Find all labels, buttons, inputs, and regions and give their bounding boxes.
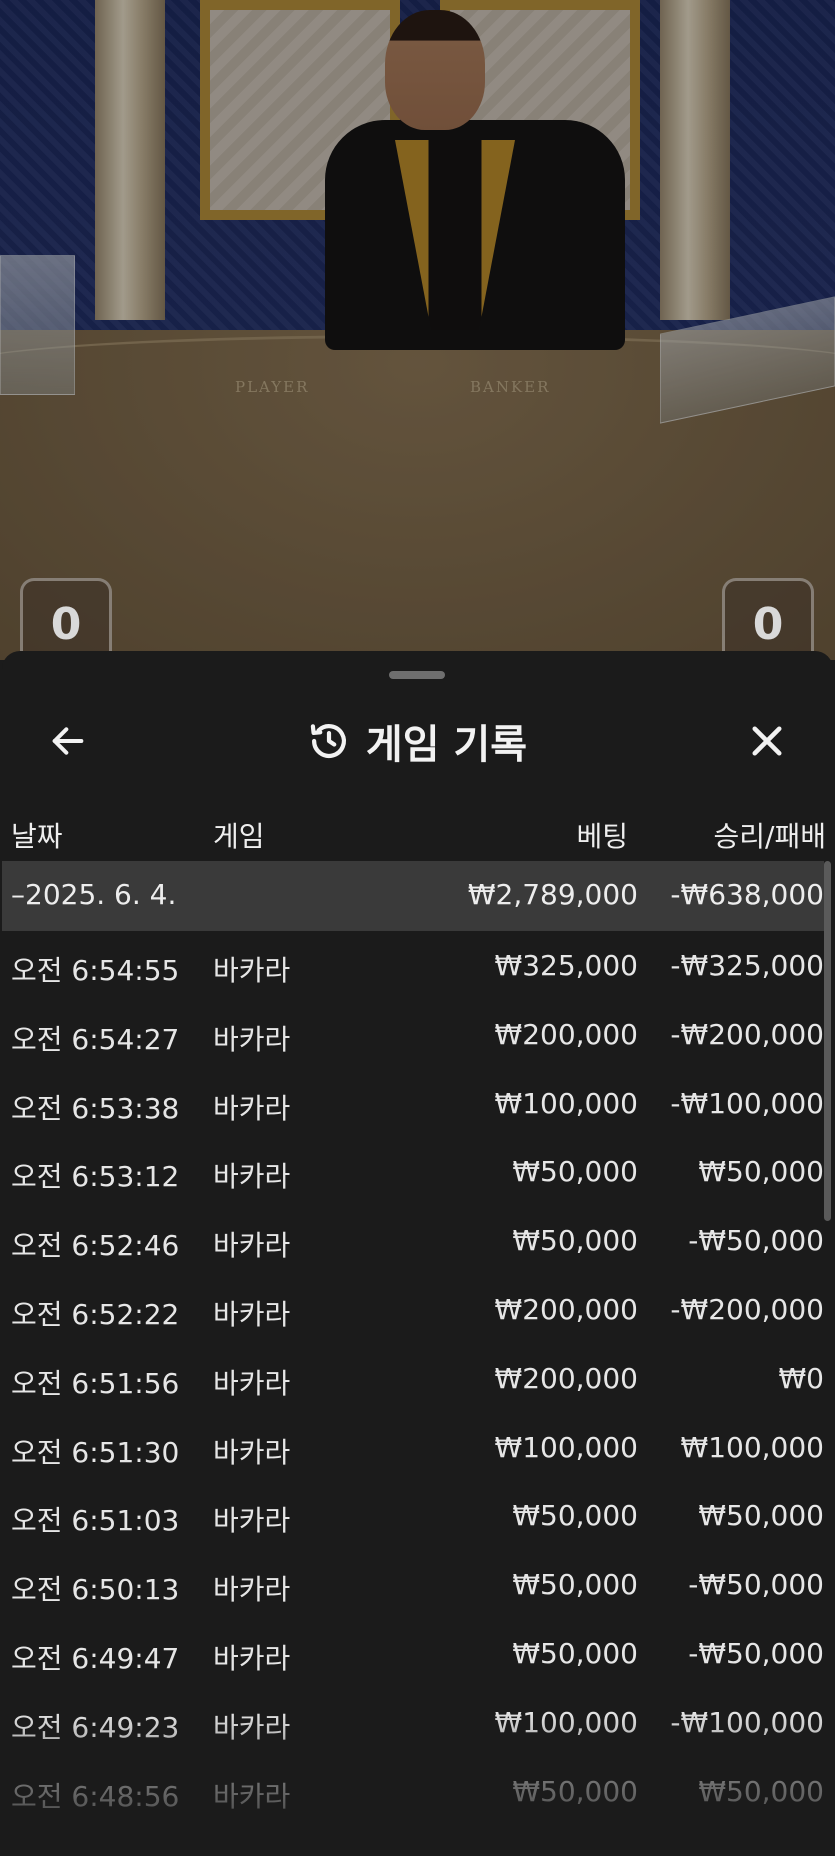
history-row-time: 오전 6:49:47 [11,1642,180,1675]
close-icon [746,720,788,762]
history-row[interactable]: 오전 6:51:03 바카라 ₩50,000 ₩50,000 [2,1481,824,1549]
history-row[interactable]: 오전 6:50:13 바카라 ₩50,000 -₩50,000 [2,1550,824,1618]
day-summary-row[interactable]: –2025. 6. 4. ₩2,789,000 -₩638,000 [2,861,824,931]
history-row-bet: ₩200,000 [494,1293,638,1326]
game-history-sheet: 게임 기록 날짜 게임 베팅 승리/패배 –2025. 6. 4. ₩2,789… [2,651,833,1856]
history-row-win-loss: ₩50,000 [698,1155,824,1189]
history-row-bet: ₩200,000 [494,1361,638,1395]
day-summary-date: –2025. 6. 4. [11,878,177,911]
banker-score: 0 [722,578,814,660]
history-row-time: 오전 6:54:27 [11,1022,180,1056]
day-summary-bet: ₩2,789,000 [467,878,638,911]
live-video: PLAYER BANKER 0 0 [0,0,835,660]
history-row-bet: ₩325,000 [494,949,638,982]
history-row-game: 바카라 [213,1435,291,1469]
history-row-bet: ₩50,000 [512,1637,638,1670]
history-row-win-loss: ₩0 [778,1361,825,1395]
history-row-game: 바카라 [213,1504,291,1538]
history-row-win-loss: ₩100,000 [680,1430,824,1464]
history-row-time: 오전 6:50:13 [11,1573,180,1607]
history-row-win-loss: -₩200,000 [670,1293,824,1326]
history-row-win-loss: -₩50,000 [688,1224,824,1258]
history-row-game: 바카라 [213,1366,291,1400]
history-row-time: 오전 6:53:38 [11,1091,180,1125]
history-row-bet: ₩200,000 [494,1017,638,1051]
history-row-time: 오전 6:51:03 [11,1504,180,1538]
history-row[interactable]: 오전 6:51:30 바카라 ₩100,000 ₩100,000 [2,1413,824,1481]
list-fade [2,1711,833,1856]
history-row-game: 바카라 [213,954,291,987]
history-row-bet: ₩50,000 [512,1499,638,1533]
history-row-time: 오전 6:54:55 [11,954,180,987]
history-row[interactable]: 오전 6:52:22 바카라 ₩200,000 -₩200,000 [2,1275,824,1343]
history-row-win-loss: -₩325,000 [670,949,824,982]
history-row-win-loss: -₩200,000 [670,1017,824,1051]
history-row[interactable]: 오전 6:54:27 바카라 ₩200,000 -₩200,000 [2,1000,824,1068]
history-row[interactable]: 오전 6:52:46 바카라 ₩50,000 -₩50,000 [2,1206,824,1274]
history-row-bet: ₩50,000 [512,1568,638,1602]
history-row-bet: ₩100,000 [494,1086,638,1120]
back-button[interactable] [38,711,98,771]
history-row-win-loss: -₩100,000 [670,1086,824,1120]
history-row[interactable]: 오전 6:53:12 바카라 ₩50,000 ₩50,000 [2,1137,824,1205]
history-row-bet: ₩50,000 [512,1224,638,1258]
history-row-time: 오전 6:53:12 [11,1160,180,1194]
history-row-win-loss: -₩50,000 [688,1568,824,1602]
sheet-header: 게임 기록 [2,701,833,781]
history-row[interactable]: 오전 6:53:38 바카라 ₩100,000 -₩100,000 [2,1069,824,1137]
history-row-win-loss: -₩50,000 [688,1637,824,1670]
history-row-win-loss: ₩50,000 [698,1499,824,1533]
history-row-time: 오전 6:51:56 [11,1366,180,1400]
close-button[interactable] [737,711,797,771]
day-summary-win-loss: -₩638,000 [670,878,824,911]
history-icon [308,720,350,762]
sheet-drag-handle[interactable] [389,671,445,679]
history-row-game: 바카라 [213,1160,291,1194]
column-header-date: 날짜 [11,820,63,853]
history-row[interactable]: 오전 6:49:47 바카라 ₩50,000 -₩50,000 [2,1619,824,1687]
title-group: 게임 기록 [2,701,833,781]
page-title: 게임 기록 [365,722,528,768]
history-row-time: 오전 6:52:46 [11,1229,180,1263]
history-row-game: 바카라 [213,1022,291,1056]
history-row-time: 오전 6:51:30 [11,1435,180,1469]
history-row[interactable]: 오전 6:54:55 바카라 ₩325,000 -₩325,000 [2,931,824,999]
table-header: 날짜 게임 베팅 승리/패배 [2,801,833,861]
history-row-game: 바카라 [213,1642,291,1675]
scrollbar[interactable] [824,861,831,1221]
history-row-game: 바카라 [213,1229,291,1263]
video-overlay [0,0,835,660]
player-score: 0 [20,578,112,660]
history-row-bet: ₩50,000 [512,1155,638,1189]
column-header-game: 게임 [213,820,265,853]
history-row-bet: ₩100,000 [494,1430,638,1464]
column-header-win-loss: 승리/패배 [713,820,826,853]
column-header-bet: 베팅 [576,820,628,853]
history-row[interactable]: 오전 6:51:56 바카라 ₩200,000 ₩0 [2,1344,824,1412]
arrow-left-icon [48,721,88,761]
history-row-game: 바카라 [213,1573,291,1607]
history-row-game: 바카라 [213,1298,291,1331]
history-row-time: 오전 6:52:22 [11,1298,180,1331]
history-row-game: 바카라 [213,1091,291,1125]
